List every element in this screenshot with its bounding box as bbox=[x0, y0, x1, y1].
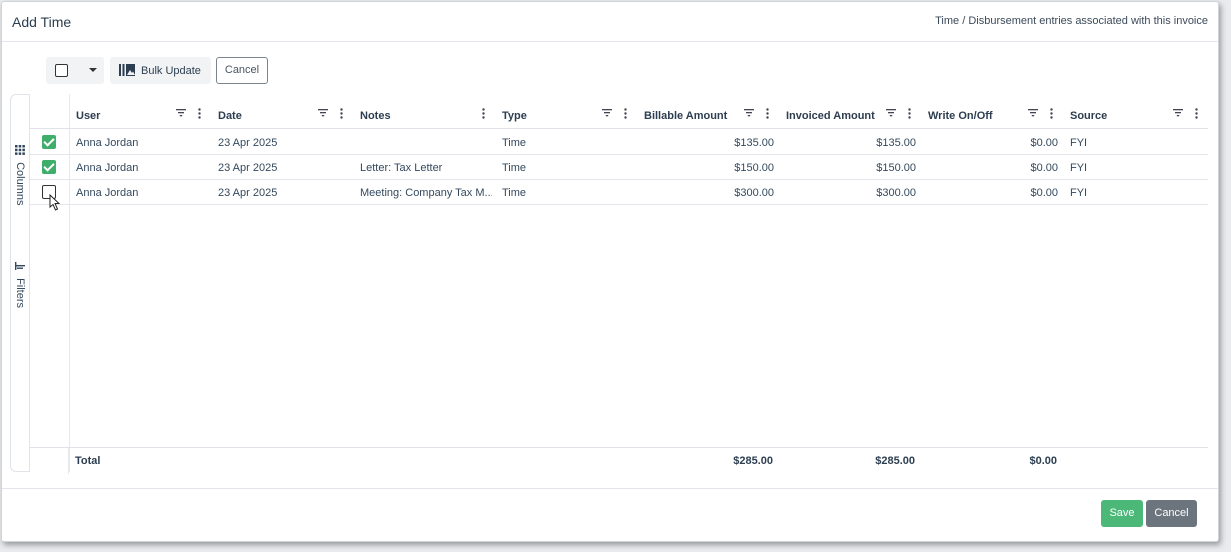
table-row[interactable]: Anna Jordan 23 Apr 2025 Meeting: Company… bbox=[30, 180, 1208, 205]
cell-notes: Meeting: Company Tax M... bbox=[360, 187, 492, 199]
cell-user: Anna Jordan bbox=[76, 137, 139, 149]
filters-tab[interactable]: Filters bbox=[14, 261, 26, 308]
column-header-label: Invoiced Amount bbox=[786, 110, 875, 122]
filter-icon[interactable] bbox=[318, 109, 328, 117]
bulk-update-label: Bulk Update bbox=[141, 65, 201, 77]
mouse-cursor-icon bbox=[49, 194, 60, 211]
filters-tab-label: Filters bbox=[14, 278, 26, 309]
cell-user: Anna Jordan bbox=[76, 162, 139, 174]
cell-billable-amount: $150.00 bbox=[734, 162, 774, 174]
column-header-notes[interactable]: Notes bbox=[354, 94, 496, 129]
column-header-billable-amount[interactable]: Billable Amount bbox=[638, 94, 780, 129]
totals-row: Total $285.00 $285.00 $0.00 bbox=[29, 447, 1208, 474]
cell-source: FYI bbox=[1070, 137, 1088, 149]
cell-invoiced-amount: $150.00 bbox=[876, 162, 916, 174]
filter-icon[interactable] bbox=[744, 109, 754, 117]
cell-write-on-off: $0.00 bbox=[1030, 137, 1058, 149]
column-header-label: Source bbox=[1070, 110, 1108, 122]
cell-type: Time bbox=[502, 187, 527, 199]
select-all-checkbox[interactable] bbox=[55, 64, 68, 77]
filter-icon[interactable] bbox=[602, 109, 612, 117]
column-header-label: User bbox=[76, 110, 101, 122]
column-header-user[interactable]: User bbox=[70, 94, 212, 129]
caret-down-icon[interactable] bbox=[89, 68, 97, 72]
column-header-write-on-off[interactable]: Write On/Off bbox=[922, 94, 1064, 129]
kebab-menu-icon[interactable] bbox=[482, 108, 485, 119]
cell-billable-amount: $135.00 bbox=[734, 137, 774, 149]
save-button[interactable]: Save bbox=[1101, 500, 1143, 527]
column-header-label: Date bbox=[218, 110, 242, 122]
modal-header: Add Time Time / Disbursement entries ass… bbox=[2, 2, 1218, 42]
bulk-update-button[interactable]: Bulk Update bbox=[110, 57, 211, 84]
select-all-dropdown[interactable] bbox=[46, 57, 104, 84]
footer-divider bbox=[2, 488, 1218, 489]
filter-icon[interactable] bbox=[886, 109, 896, 117]
grid-header: User Date Notes Type Billable Amount Inv… bbox=[30, 94, 1208, 129]
column-header-label: Notes bbox=[360, 110, 391, 122]
table-row[interactable]: Anna Jordan 23 Apr 2025 Time $135.00 $13… bbox=[30, 130, 1208, 155]
totals-label: Total bbox=[75, 455, 101, 467]
cell-type: Time bbox=[502, 137, 527, 149]
cell-notes: Letter: Tax Letter bbox=[360, 162, 443, 174]
cell-billable-amount: $300.00 bbox=[734, 187, 774, 199]
column-header-type[interactable]: Type bbox=[496, 94, 638, 129]
column-header-date[interactable]: Date bbox=[212, 94, 354, 129]
cell-invoiced-amount: $135.00 bbox=[876, 137, 916, 149]
filter-bar-icon bbox=[15, 262, 25, 270]
column-header-invoiced-amount[interactable]: Invoiced Amount bbox=[780, 94, 922, 129]
kebab-menu-icon[interactable] bbox=[1050, 108, 1053, 119]
side-panel: Columns Filters bbox=[10, 94, 30, 472]
cell-write-on-off: $0.00 bbox=[1030, 187, 1058, 199]
filter-icon[interactable] bbox=[176, 109, 186, 117]
filter-icon[interactable] bbox=[1173, 109, 1183, 117]
cell-write-on-off: $0.00 bbox=[1030, 162, 1058, 174]
checked-checkbox-icon[interactable] bbox=[42, 160, 56, 174]
kebab-menu-icon[interactable] bbox=[1195, 108, 1198, 119]
kebab-menu-icon[interactable] bbox=[340, 108, 343, 119]
kebab-menu-icon[interactable] bbox=[624, 108, 627, 119]
toolbar-cancel-button[interactable]: Cancel bbox=[216, 57, 268, 84]
add-time-modal: Add Time Time / Disbursement entries ass… bbox=[1, 1, 1219, 542]
cell-date: 23 Apr 2025 bbox=[218, 187, 278, 199]
kebab-menu-icon[interactable] bbox=[766, 108, 769, 119]
row-select-checkbox[interactable] bbox=[42, 160, 56, 177]
cell-type: Time bbox=[502, 162, 527, 174]
cell-user: Anna Jordan bbox=[76, 187, 139, 199]
table-row[interactable]: Anna Jordan 23 Apr 2025 Letter: Tax Lett… bbox=[30, 155, 1208, 180]
modal-subtitle: Time / Disbursement entries associated w… bbox=[935, 15, 1208, 27]
column-header-label: Billable Amount bbox=[644, 110, 728, 122]
selection-column-divider bbox=[68, 448, 69, 474]
kebab-menu-icon[interactable] bbox=[908, 108, 911, 119]
cell-source: FYI bbox=[1070, 187, 1088, 199]
cell-source: FYI bbox=[1070, 162, 1088, 174]
kebab-menu-icon[interactable] bbox=[198, 108, 201, 119]
filter-icon[interactable] bbox=[1028, 109, 1038, 117]
cell-date: 23 Apr 2025 bbox=[218, 162, 278, 174]
cell-invoiced-amount: $300.00 bbox=[876, 187, 916, 199]
bulk-update-icon bbox=[119, 64, 135, 76]
column-header-source[interactable]: Source bbox=[1064, 94, 1206, 129]
grid-icon bbox=[15, 145, 25, 155]
total-billable-amount: $285.00 bbox=[733, 455, 773, 467]
columns-tab[interactable]: Columns bbox=[14, 145, 26, 205]
total-invoiced-amount: $285.00 bbox=[875, 455, 915, 467]
cell-date: 23 Apr 2025 bbox=[218, 137, 278, 149]
time-entries-grid: User Date Notes Type Billable Amount Inv… bbox=[29, 94, 1208, 472]
checked-checkbox-icon[interactable] bbox=[42, 135, 56, 149]
column-header-label: Type bbox=[502, 110, 527, 122]
total-write-on-off: $0.00 bbox=[1029, 455, 1057, 467]
column-header-label: Write On/Off bbox=[928, 110, 993, 122]
columns-tab-label: Columns bbox=[14, 162, 26, 206]
modal-title: Add Time bbox=[12, 14, 72, 30]
row-select-checkbox[interactable] bbox=[42, 135, 56, 152]
cancel-button[interactable]: Cancel bbox=[1146, 500, 1197, 527]
